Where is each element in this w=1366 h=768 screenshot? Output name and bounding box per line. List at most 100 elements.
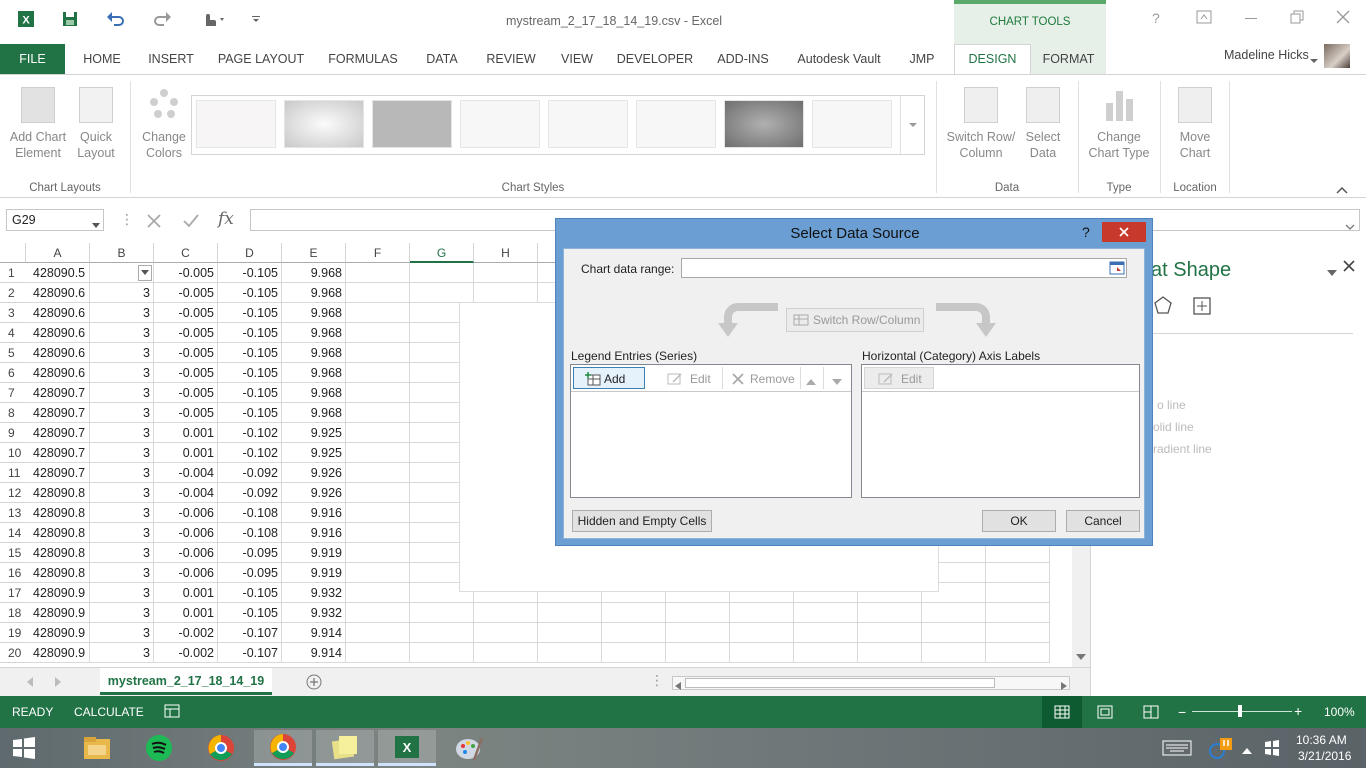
table-cell[interactable]: 3: [90, 283, 154, 303]
table-cell[interactable]: -0.095: [218, 563, 282, 583]
empty-cell[interactable]: [346, 563, 410, 583]
table-cell[interactable]: -0.105: [218, 363, 282, 383]
clock-time[interactable]: 10:36 AM: [1296, 733, 1347, 747]
change-chart-type-button[interactable]: Change Chart Type: [1082, 87, 1156, 161]
table-cell[interactable]: -0.095: [218, 543, 282, 563]
table-cell[interactable]: 428090.8: [26, 563, 90, 583]
empty-cell[interactable]: [986, 543, 1050, 563]
table-cell[interactable]: 3: [90, 563, 154, 583]
empty-cell[interactable]: [474, 603, 538, 623]
empty-cell[interactable]: [410, 623, 474, 643]
quick-layout-button[interactable]: Quick Layout: [68, 87, 124, 161]
empty-cell[interactable]: [346, 583, 410, 603]
empty-cell[interactable]: [346, 383, 410, 403]
empty-cell[interactable]: [730, 623, 794, 643]
table-cell[interactable]: 428090.6: [26, 323, 90, 343]
table-cell[interactable]: -0.006: [154, 523, 218, 543]
table-cell[interactable]: 3: [90, 423, 154, 443]
new-sheet-icon[interactable]: [305, 673, 323, 694]
add-series-button[interactable]: Add: [573, 367, 645, 389]
restore-icon[interactable]: [1290, 10, 1304, 27]
empty-cell[interactable]: [346, 343, 410, 363]
empty-cell[interactable]: [794, 643, 858, 663]
tab-page-layout[interactable]: PAGE LAYOUT: [214, 44, 308, 74]
table-cell[interactable]: -0.006: [154, 563, 218, 583]
row-header[interactable]: 6: [0, 363, 26, 383]
table-cell[interactable]: -0.107: [218, 623, 282, 643]
name-box[interactable]: G29: [6, 209, 104, 231]
table-cell[interactable]: 9.968: [282, 303, 346, 323]
table-cell[interactable]: 9.919: [282, 563, 346, 583]
table-cell[interactable]: 428090.8: [26, 483, 90, 503]
table-cell[interactable]: 3: [90, 603, 154, 623]
column-header-e[interactable]: E: [282, 243, 346, 263]
show-hidden-icons-icon[interactable]: [1242, 744, 1252, 758]
table-cell[interactable]: -0.006: [154, 503, 218, 523]
table-cell[interactable]: 9.926: [282, 463, 346, 483]
start-icon[interactable]: [0, 730, 48, 766]
chart-style-4[interactable]: [460, 100, 540, 148]
empty-cell[interactable]: [410, 283, 474, 303]
option-solid-line[interactable]: olid line: [1153, 420, 1194, 434]
table-cell[interactable]: -0.006: [154, 543, 218, 563]
empty-cell[interactable]: [730, 643, 794, 663]
table-cell[interactable]: 428090.7: [26, 463, 90, 483]
sheet-scroll-left-icon[interactable]: [26, 676, 34, 690]
chart-style-1[interactable]: [196, 100, 276, 148]
column-header-h[interactable]: H: [474, 243, 538, 263]
table-cell[interactable]: -0.105: [218, 603, 282, 623]
row-header[interactable]: 20: [0, 643, 26, 663]
table-cell[interactable]: 9.968: [282, 363, 346, 383]
horizontal-scrollbar[interactable]: [672, 676, 1070, 690]
table-cell[interactable]: -0.105: [218, 383, 282, 403]
user-menu-chevron-icon[interactable]: [1310, 54, 1318, 68]
table-cell[interactable]: 428090.9: [26, 623, 90, 643]
chart-style-8[interactable]: [812, 100, 892, 148]
table-cell[interactable]: 9.919: [282, 543, 346, 563]
cancel-button[interactable]: Cancel: [1066, 510, 1140, 532]
page-layout-view-icon[interactable]: [1097, 705, 1113, 722]
table-cell[interactable]: -0.105: [218, 403, 282, 423]
zoom-slider-thumb[interactable]: [1238, 705, 1242, 717]
sticky-notes-icon[interactable]: [316, 730, 374, 766]
expand-formula-bar-icon[interactable]: [1345, 219, 1355, 233]
table-cell[interactable]: 3: [90, 463, 154, 483]
empty-cell[interactable]: [602, 643, 666, 663]
table-cell[interactable]: -0.105: [218, 283, 282, 303]
table-cell[interactable]: 9.925: [282, 423, 346, 443]
empty-cell[interactable]: [474, 623, 538, 643]
empty-cell[interactable]: [346, 543, 410, 563]
empty-cell[interactable]: [666, 603, 730, 623]
table-cell[interactable]: 428090.8: [26, 503, 90, 523]
table-cell[interactable]: 9.926: [282, 483, 346, 503]
row-header[interactable]: 12: [0, 483, 26, 503]
table-cell[interactable]: -0.105: [218, 343, 282, 363]
zoom-level[interactable]: 100%: [1324, 705, 1355, 719]
table-cell[interactable]: -0.107: [218, 643, 282, 663]
row-header[interactable]: 16: [0, 563, 26, 583]
tab-file[interactable]: FILE: [0, 44, 65, 74]
insert-function-icon[interactable]: fx: [218, 209, 234, 229]
table-cell[interactable]: 428090.7: [26, 383, 90, 403]
name-box-chevron-icon[interactable]: [92, 218, 100, 232]
table-cell[interactable]: 428090.8: [26, 523, 90, 543]
table-cell[interactable]: 9.968: [282, 323, 346, 343]
horizontal-scroll-thumb[interactable]: [685, 678, 995, 688]
empty-cell[interactable]: [538, 643, 602, 663]
table-cell[interactable]: -0.105: [218, 263, 282, 283]
tab-split-grip-icon[interactable]: ⋮: [650, 672, 664, 689]
table-cell[interactable]: -0.005: [154, 323, 218, 343]
empty-cell[interactable]: [986, 623, 1050, 643]
empty-cell[interactable]: [730, 603, 794, 623]
tab-design[interactable]: DESIGN: [954, 44, 1031, 74]
empty-cell[interactable]: [346, 603, 410, 623]
dialog-help-button[interactable]: ?: [1082, 224, 1090, 240]
table-cell[interactable]: 428090.6: [26, 343, 90, 363]
empty-cell[interactable]: [922, 643, 986, 663]
ok-button[interactable]: OK: [982, 510, 1056, 532]
empty-cell[interactable]: [346, 643, 410, 663]
column-header-g[interactable]: G: [410, 243, 474, 263]
tab-review[interactable]: REVIEW: [480, 44, 542, 74]
table-cell[interactable]: 3: [90, 403, 154, 423]
row-header[interactable]: 10: [0, 443, 26, 463]
